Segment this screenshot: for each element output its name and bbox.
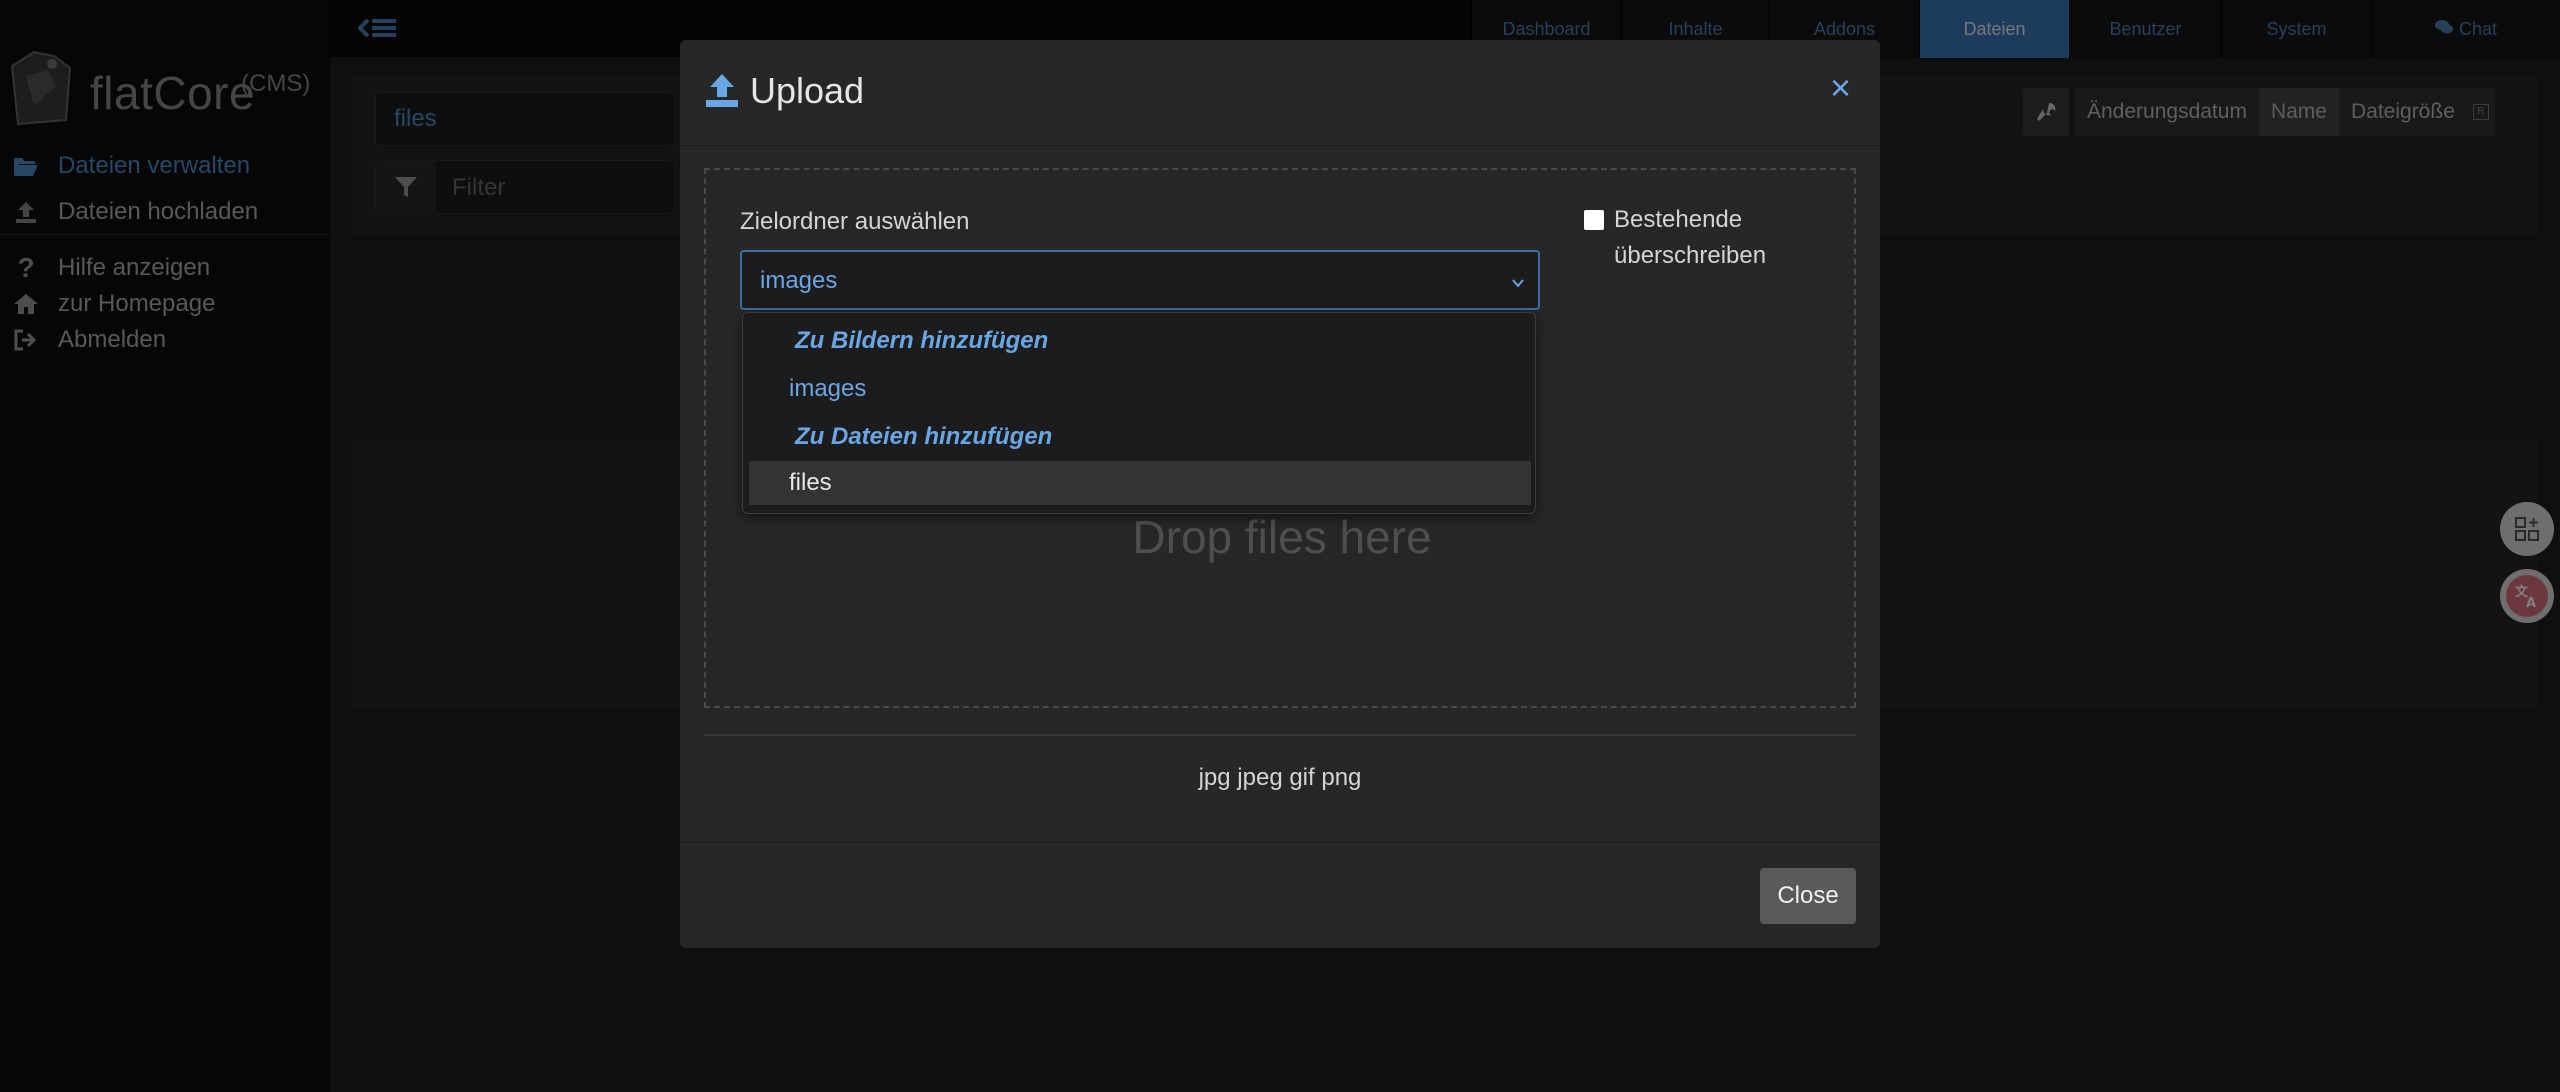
overwrite-label: Bestehende überschreiben: [1614, 206, 1767, 269]
folder-label: Zielordner auswählen: [740, 208, 970, 235]
close-icon[interactable]: ×: [1830, 70, 1851, 106]
folder-dropdown-menu: Zu Bildern hinzufügen images Zu Dateien …: [742, 312, 1536, 514]
modal-header: Upload ×: [680, 40, 1880, 146]
upload-icon: [704, 72, 740, 113]
allowed-file-types: jpg jpeg gif png: [1198, 764, 1362, 791]
folder-select-value: images: [760, 267, 838, 294]
dropdown-option-files[interactable]: files: [749, 461, 1531, 505]
dropdown-option-images[interactable]: images: [749, 367, 1531, 411]
modal-divider: [704, 734, 1856, 736]
close-button[interactable]: Close: [1760, 868, 1856, 924]
chevron-down-icon: [1510, 270, 1526, 298]
dropdown-group-bilder: Zu Bildern hinzufügen: [795, 327, 1049, 354]
overwrite-checkbox[interactable]: [1584, 210, 1604, 230]
modal-title: Upload: [750, 70, 865, 111]
drop-label: Drop files here: [1132, 511, 1432, 563]
dropdown-group-dateien: Zu Dateien hinzufügen: [795, 423, 1053, 450]
modal-footer-divider: [680, 842, 1880, 843]
folder-select[interactable]: images: [740, 250, 1540, 310]
